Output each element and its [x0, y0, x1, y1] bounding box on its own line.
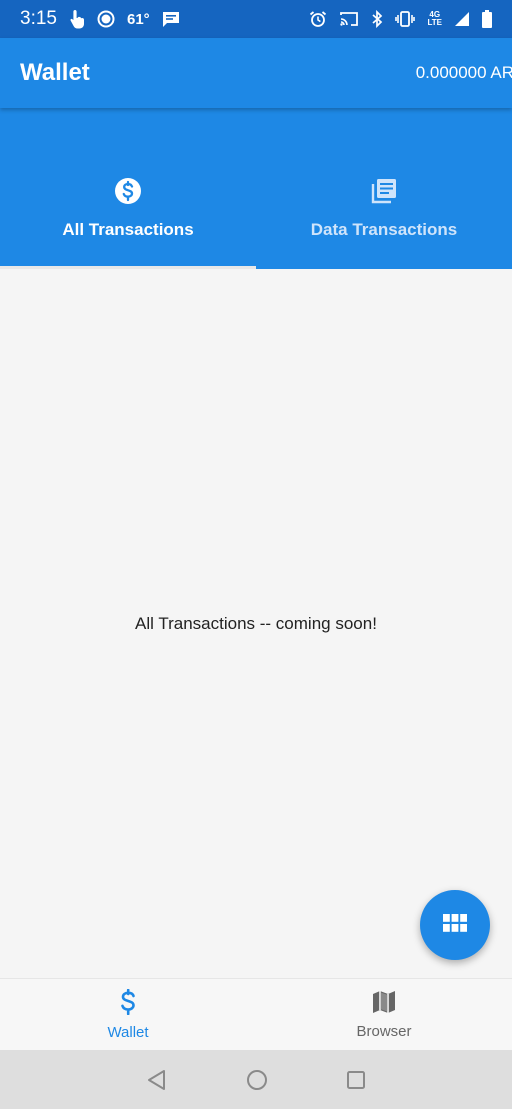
- tab-label: Data Transactions: [310, 220, 458, 239]
- dollar-circle-icon: [114, 177, 142, 210]
- status-temperature: 61°: [126, 10, 150, 28]
- transactions-content: All Transactions -- coming soon!: [0, 269, 512, 978]
- tab-bar: All Transactions Data Transactions: [0, 169, 512, 269]
- apps-fab-button[interactable]: [420, 890, 490, 960]
- empty-state-message: All Transactions -- coming soon!: [135, 613, 377, 633]
- status-bar: 3:15 61° 4G LTE: [0, 0, 512, 38]
- map-icon: [372, 990, 396, 1019]
- grid-apps-icon: [443, 913, 467, 937]
- nav-label: Browser: [356, 1023, 412, 1040]
- wallet-balance: 0.000000 AR: [415, 63, 512, 82]
- signal-icon: [454, 11, 470, 27]
- nav-label: Wallet: [107, 1024, 149, 1041]
- tab-all-transactions[interactable]: All Transactions: [0, 169, 256, 269]
- network-type-label: 4G LTE: [427, 11, 442, 27]
- bottom-navigation: Wallet Browser: [0, 978, 512, 1050]
- status-right: 4G LTE: [309, 10, 492, 28]
- tab-header: All Transactions Data Transactions: [0, 108, 512, 269]
- message-icon: [162, 11, 180, 28]
- bluetooth-icon: [371, 10, 383, 28]
- wallet-screen: 3:15 61° 4G LTE Wallet 0.000000 AR All T…: [0, 0, 512, 1109]
- alarm-icon: [309, 10, 327, 28]
- nav-item-browser[interactable]: Browser: [256, 979, 512, 1051]
- app-bar: Wallet 0.000000 AR: [0, 38, 512, 108]
- status-time: 3:15: [20, 8, 57, 29]
- touch-icon: [69, 9, 85, 29]
- system-navigation-bar: [0, 1050, 512, 1109]
- dollar-sign-icon: [119, 988, 137, 1020]
- tab-data-transactions[interactable]: Data Transactions: [256, 169, 512, 269]
- battery-icon: [482, 10, 492, 28]
- nav-item-wallet[interactable]: Wallet: [0, 979, 256, 1051]
- radio-circle-icon: [97, 10, 115, 28]
- cast-icon: [339, 11, 359, 27]
- library-books-icon: [370, 177, 398, 210]
- vibrate-icon: [395, 10, 416, 28]
- network-lte-label: LTE: [427, 18, 442, 27]
- home-icon[interactable]: [246, 1069, 268, 1091]
- recents-icon[interactable]: [346, 1070, 366, 1090]
- status-left: 3:15 61°: [20, 8, 180, 30]
- back-icon[interactable]: [146, 1069, 168, 1091]
- tab-label: All Transactions: [62, 220, 194, 239]
- page-title: Wallet: [20, 59, 90, 86]
